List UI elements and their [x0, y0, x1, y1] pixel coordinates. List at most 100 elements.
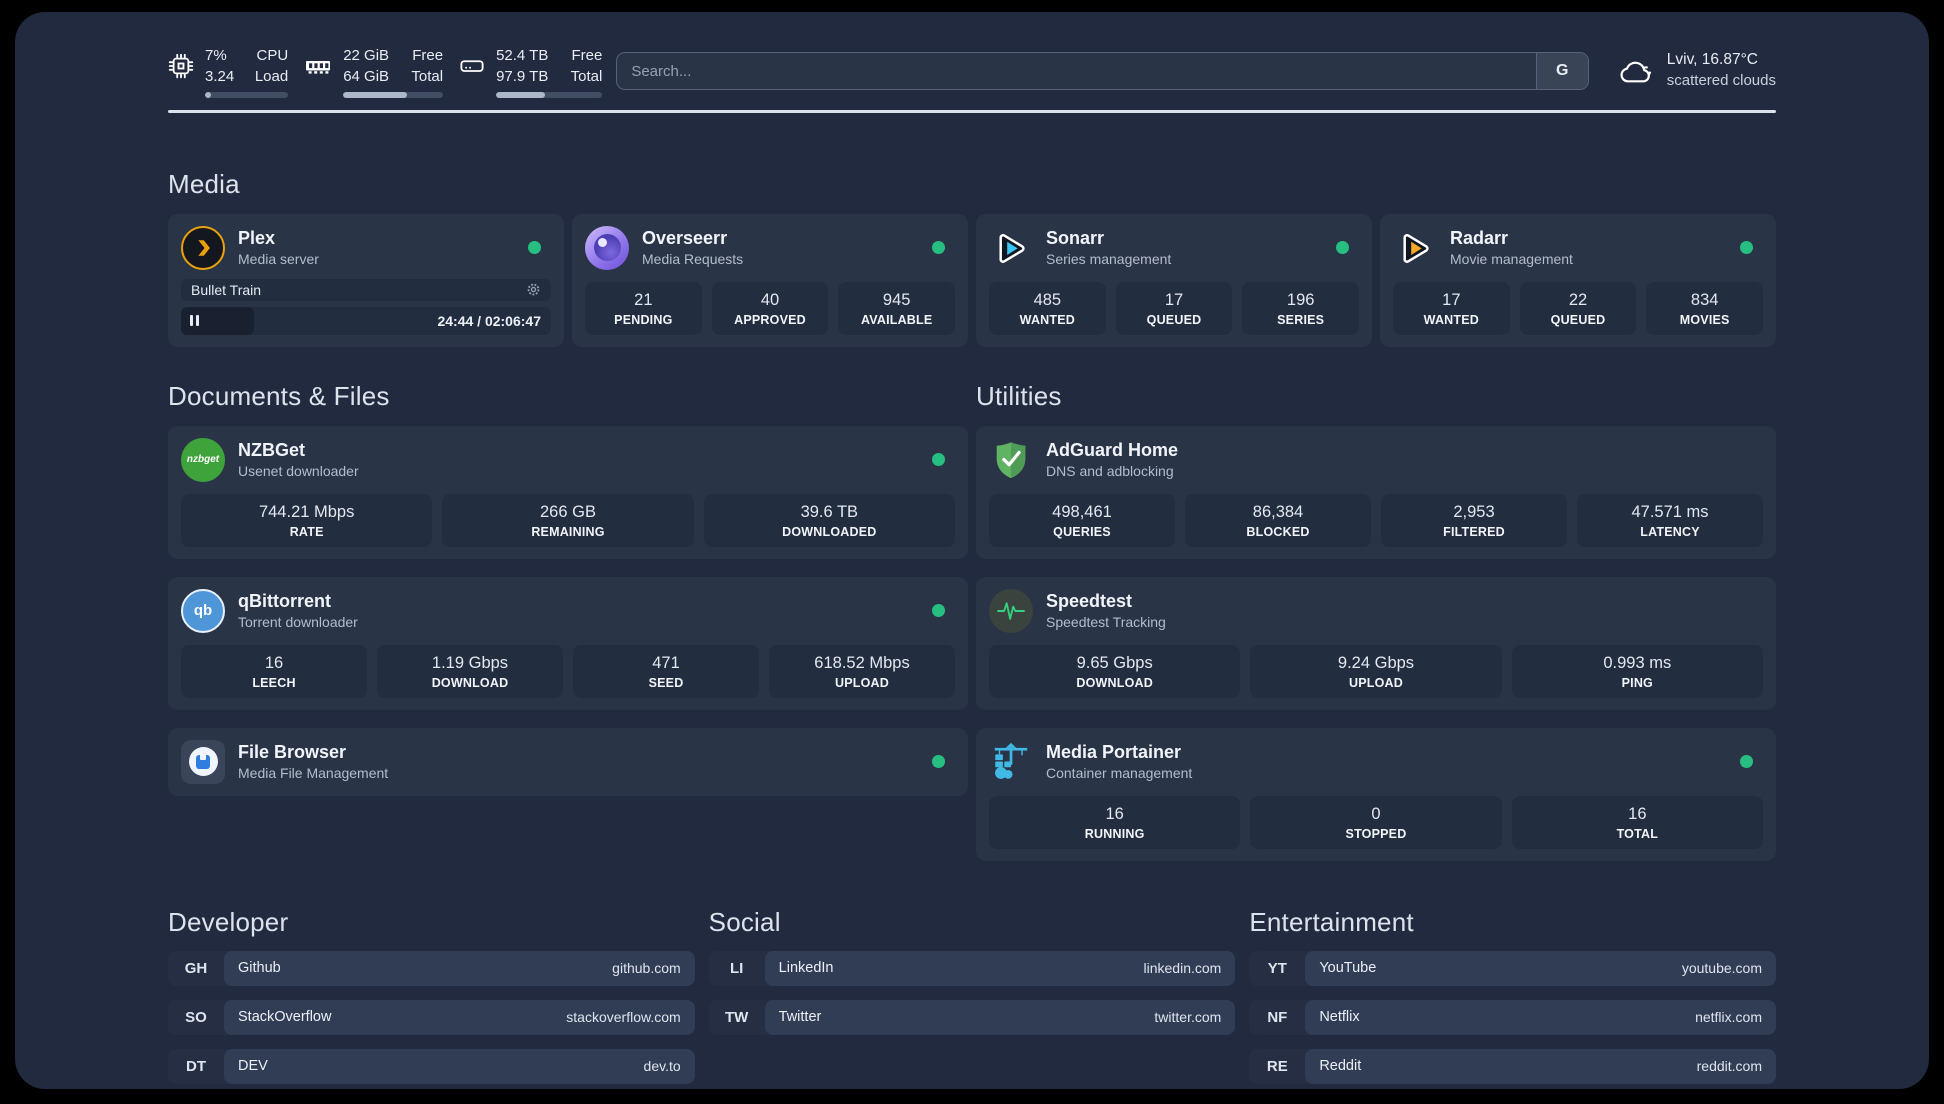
app-card-filebrowser[interactable]: File Browser Media File Management	[168, 727, 968, 796]
app-card-speedtest[interactable]: Speedtest Speedtest Tracking 9.65 Gbps D…	[976, 576, 1776, 710]
app-card-sonarr[interactable]: Sonarr Series management 485 WANTED 17 Q…	[976, 213, 1372, 347]
now-playing-progress-fill	[181, 306, 254, 335]
search-bar: G	[616, 52, 1589, 90]
stat-label: UPLOAD	[1349, 675, 1403, 690]
bookmark-youtube[interactable]: YT YouTube youtube.com	[1249, 950, 1776, 986]
stat-tile: 0 STOPPED	[1250, 795, 1502, 849]
stat-value: 485	[1033, 290, 1062, 309]
stat-label: APPROVED	[734, 312, 806, 327]
section-title-social: Social	[708, 906, 781, 937]
stat-label: RUNNING	[1084, 826, 1145, 841]
bookmark-name: LinkedIn	[778, 960, 834, 976]
memory-free-label: Free	[412, 46, 444, 64]
dashboard: 7% 3.24 CPU Load 22 GiB 64 GiB Free Tota…	[15, 12, 1929, 1089]
section-title-entertainment: Entertainment	[1249, 906, 1414, 937]
stat-label: LEECH	[252, 675, 296, 690]
stat-value: 0.993 ms	[1603, 653, 1672, 672]
stat-value: 744.21 Mbps	[258, 502, 355, 521]
bookmark-abbr: RE	[1266, 1057, 1288, 1075]
storage-stat: 52.4 TB 97.9 TB Free Total	[459, 45, 603, 98]
load-label: Load	[254, 67, 289, 85]
qbittorrent-icon: qb	[181, 588, 225, 633]
stat-tile: 471 SEED	[573, 644, 759, 698]
stat-value: 498,461	[1052, 502, 1112, 521]
stat-label: QUEUED	[1550, 312, 1606, 327]
stat-tile: 16 LEECH	[181, 644, 367, 698]
section-title-developer: Developer	[168, 906, 289, 937]
system-stats: 7% 3.24 CPU Load 22 GiB 64 GiB Free Tota…	[168, 45, 603, 98]
bookmark-name: Github	[238, 960, 281, 976]
radarr-icon	[1393, 226, 1437, 270]
stat-label: DOWNLOADED	[782, 524, 877, 539]
bookmarks-developer: Developer GH Github github.com SO StackO…	[168, 907, 695, 1084]
adguard-icon	[989, 438, 1033, 482]
section-title-documents: Documents & Files	[168, 380, 390, 411]
stat-label: MOVIES	[1679, 312, 1730, 327]
top-bar: 7% 3.24 CPU Load 22 GiB 64 GiB Free Tota…	[168, 12, 1776, 100]
middle-columns: Documents & Files nzbget NZBGet Usenet d…	[168, 381, 1776, 861]
stat-label: TOTAL	[1616, 826, 1659, 841]
stat-value: 266 GB	[540, 502, 596, 521]
bookmark-url: stackoverflow.com	[566, 1009, 681, 1025]
app-name: Media Portainer	[1046, 742, 1182, 762]
bookmark-stackoverflow[interactable]: SO StackOverflow stackoverflow.com	[168, 999, 695, 1035]
pause-icon	[190, 315, 199, 326]
stat-value: 9.24 Gbps	[1337, 653, 1415, 672]
app-card-portainer[interactable]: Media Portainer Container management 16 …	[976, 727, 1776, 861]
app-subtitle: Media File Management	[238, 765, 389, 781]
stat-value: 21	[634, 290, 653, 309]
stat-label: RATE	[289, 524, 324, 539]
stat-value: 834	[1690, 290, 1719, 309]
bookmark-reddit[interactable]: RE Reddit reddit.com	[1249, 1048, 1776, 1084]
stat-value: 0	[1371, 804, 1381, 823]
bookmark-dev[interactable]: DT DEV dev.to	[168, 1048, 695, 1084]
bookmark-linkedin[interactable]: LI LinkedIn linkedin.com	[708, 950, 1236, 986]
status-dot	[1740, 241, 1753, 254]
app-subtitle: Usenet downloader	[238, 463, 359, 479]
app-name: Speedtest	[1046, 591, 1133, 611]
bookmark-netflix[interactable]: NF Netflix netflix.com	[1249, 999, 1776, 1035]
app-card-overseerr[interactable]: Overseerr Media Requests 21 PENDING 40 A…	[572, 213, 968, 347]
app-card-qbittorrent[interactable]: qb qBittorrent Torrent downloader 16 LEE…	[168, 576, 968, 710]
memory-progress-fill	[343, 91, 408, 98]
stat-value: 196	[1286, 290, 1315, 309]
speedtest-icon	[989, 588, 1033, 633]
utilities-column: Utilities AdGuard Home DNS and adblockin…	[976, 381, 1776, 861]
section-title-media: Media	[168, 168, 240, 199]
app-name: File Browser	[238, 742, 347, 762]
search-input[interactable]	[617, 53, 1536, 89]
stat-tile: 9.24 Gbps UPLOAD	[1250, 644, 1502, 698]
app-subtitle: Series management	[1046, 251, 1172, 267]
storage-total-value: 97.9 TB	[496, 67, 549, 85]
memory-free-value: 22 GiB	[343, 46, 390, 64]
stat-tile: 40 APPROVED	[711, 281, 829, 335]
stat-value: 17	[1164, 290, 1184, 309]
status-dot	[528, 241, 541, 254]
bookmark-url: netflix.com	[1695, 1009, 1762, 1025]
status-dot	[932, 453, 945, 466]
storage-progress-fill	[496, 91, 545, 98]
app-card-nzbget[interactable]: nzbget NZBGet Usenet downloader 744.21 M…	[168, 425, 968, 559]
header-divider	[168, 110, 1776, 113]
gear-icon[interactable]	[526, 282, 541, 297]
plex-icon	[181, 225, 225, 270]
search-engine-button[interactable]: G	[1535, 53, 1588, 89]
stat-value: 16	[264, 653, 284, 672]
stat-label: SEED	[648, 675, 684, 690]
app-card-radarr[interactable]: Radarr Movie management 17 WANTED 22 QUE…	[1380, 213, 1776, 347]
stat-label: DOWNLOAD	[431, 675, 509, 690]
stat-label: QUERIES	[1053, 524, 1111, 539]
status-dot	[1740, 755, 1753, 768]
bookmark-url: twitter.com	[1154, 1009, 1222, 1025]
bookmark-twitter[interactable]: TW Twitter twitter.com	[708, 999, 1236, 1035]
app-card-plex[interactable]: Plex Media server Bullet Train 24:44 / 0…	[168, 213, 564, 347]
bookmark-name: Netflix	[1319, 1009, 1360, 1025]
bookmark-url: reddit.com	[1696, 1058, 1762, 1074]
stat-value: 39.6 TB	[800, 502, 859, 521]
app-card-adguard[interactable]: AdGuard Home DNS and adblocking 498,461 …	[976, 425, 1776, 559]
stat-tile: 21 PENDING	[585, 281, 702, 335]
bookmark-name: Twitter	[778, 1009, 822, 1025]
cpu-progress-fill	[205, 91, 211, 98]
bookmark-github[interactable]: GH Github github.com	[168, 950, 695, 986]
stat-tile: 834 MOVIES	[1646, 281, 1764, 335]
